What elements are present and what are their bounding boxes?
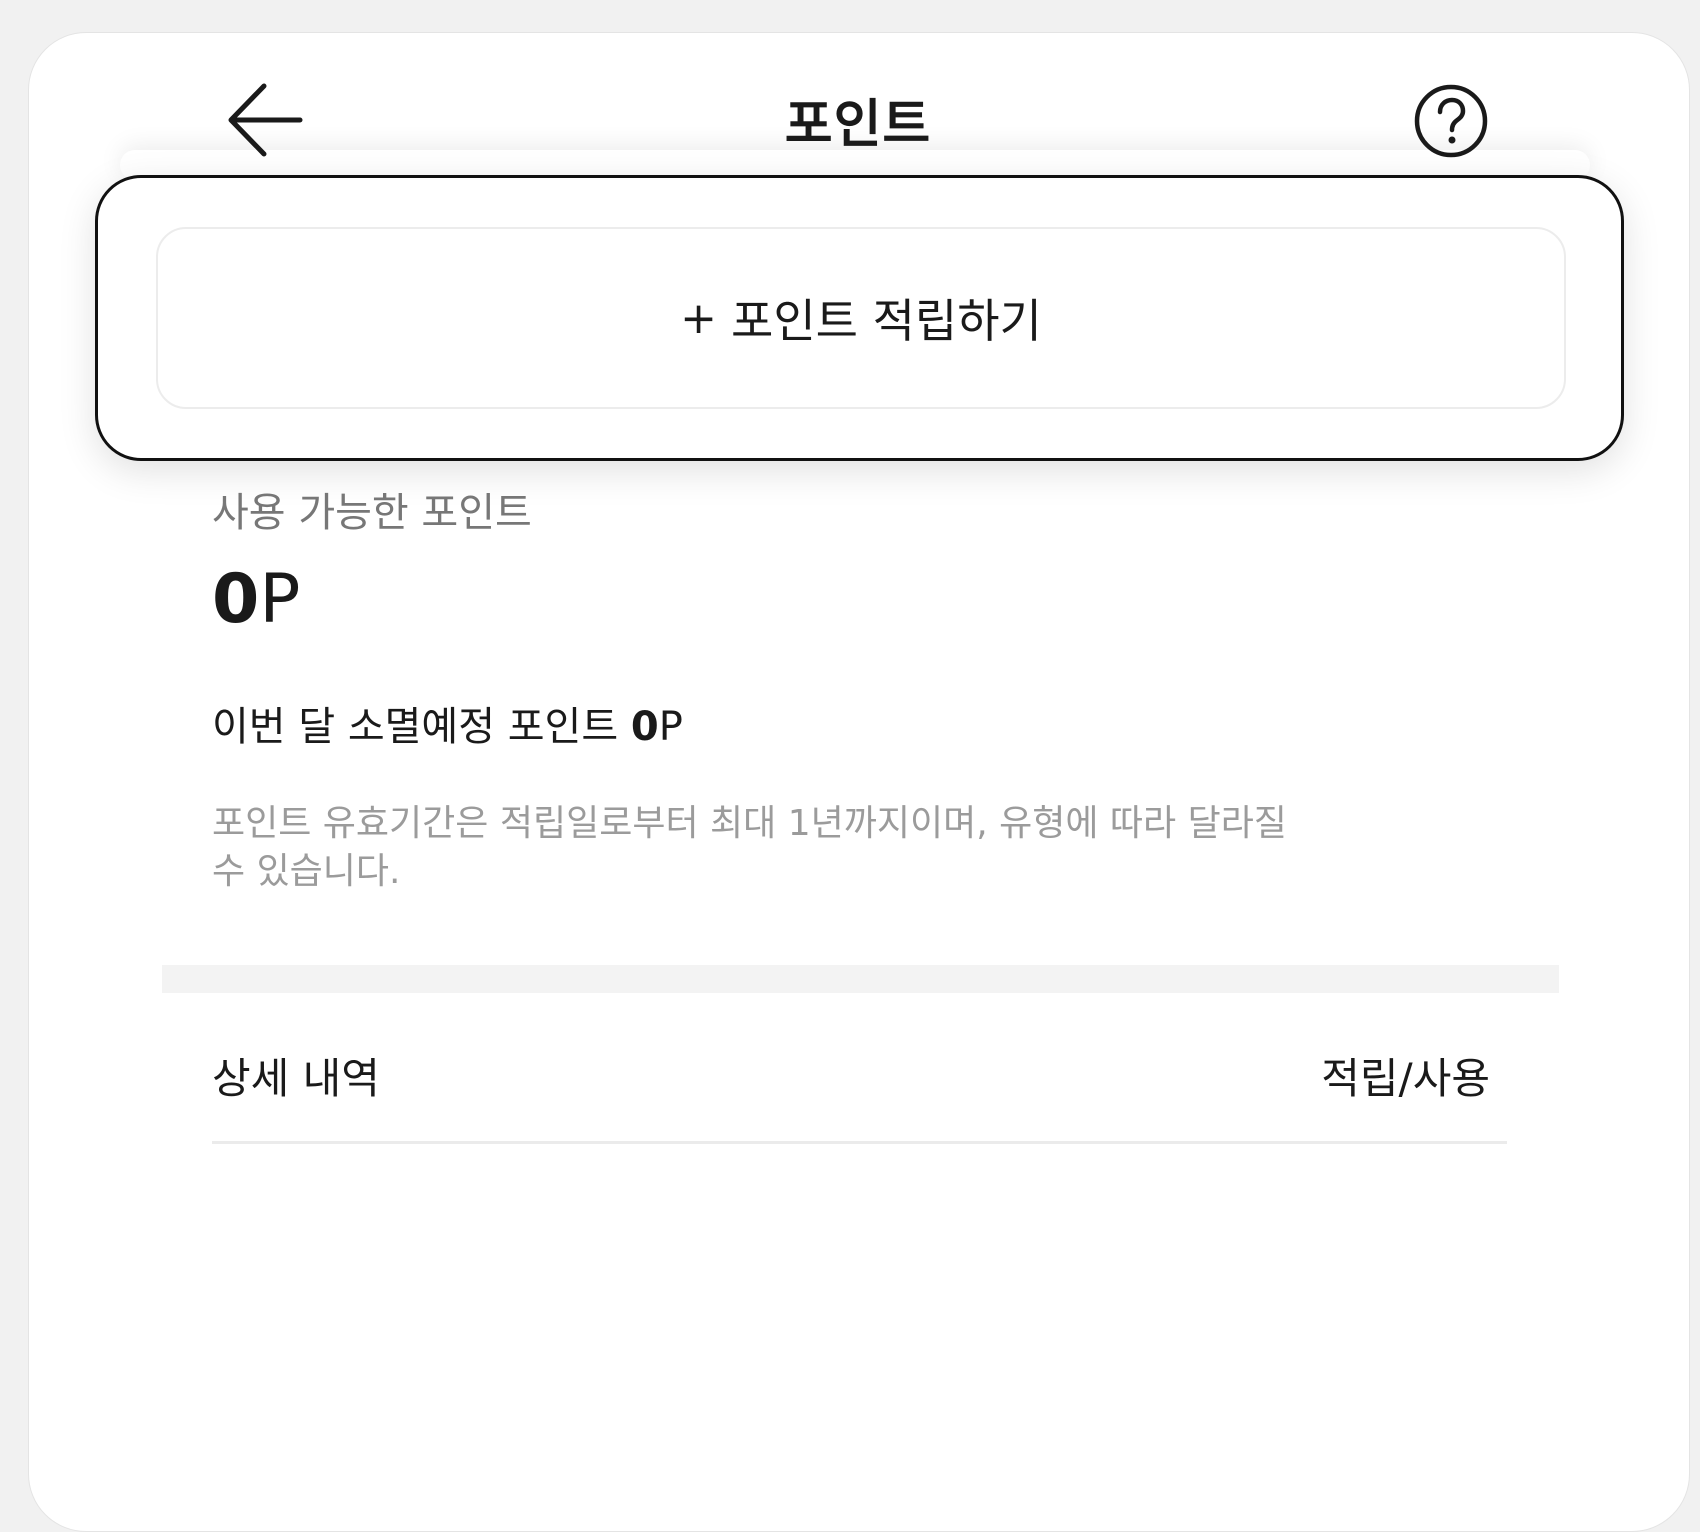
section-divider — [162, 965, 1559, 993]
history-title: 상세 내역 — [212, 1054, 380, 1103]
available-points-unit: P — [259, 560, 301, 639]
available-points-value: 0P — [212, 560, 300, 639]
question-circle-icon — [1414, 84, 1488, 158]
available-points-number: 0 — [212, 560, 260, 639]
expiring-points-number: 0 — [630, 704, 659, 750]
notice-line-1: 포인트 유효기간은 적립일로부터 최대 1년까지이며, 유형에 따라 달라질 — [212, 803, 1287, 844]
expiring-points-label: 이번 달 소멸예정 포인트 — [212, 704, 619, 750]
accrue-points-label: 포인트 적립하기 — [731, 294, 1042, 348]
history-divider — [212, 1141, 1507, 1144]
history-filter-button[interactable]: 적립/사용 — [1321, 1045, 1490, 1106]
plus-icon: + — [680, 292, 717, 344]
notice-line-2: 수 있습니다. — [212, 851, 401, 892]
help-button[interactable] — [1413, 83, 1489, 159]
available-points-label: 사용 가능한 포인트 — [212, 490, 532, 536]
accrue-points-panel: + 포인트 적립하기 — [95, 175, 1624, 461]
points-validity-notice: 포인트 유효기간은 적립일로부터 최대 1년까지이며, 유형에 따라 달라질 수… — [212, 800, 1362, 896]
expiring-points: 이번 달 소멸예정 포인트 0P — [212, 694, 683, 752]
accrue-points-button[interactable]: + 포인트 적립하기 — [156, 227, 1566, 409]
expiring-points-unit: P — [658, 704, 683, 750]
